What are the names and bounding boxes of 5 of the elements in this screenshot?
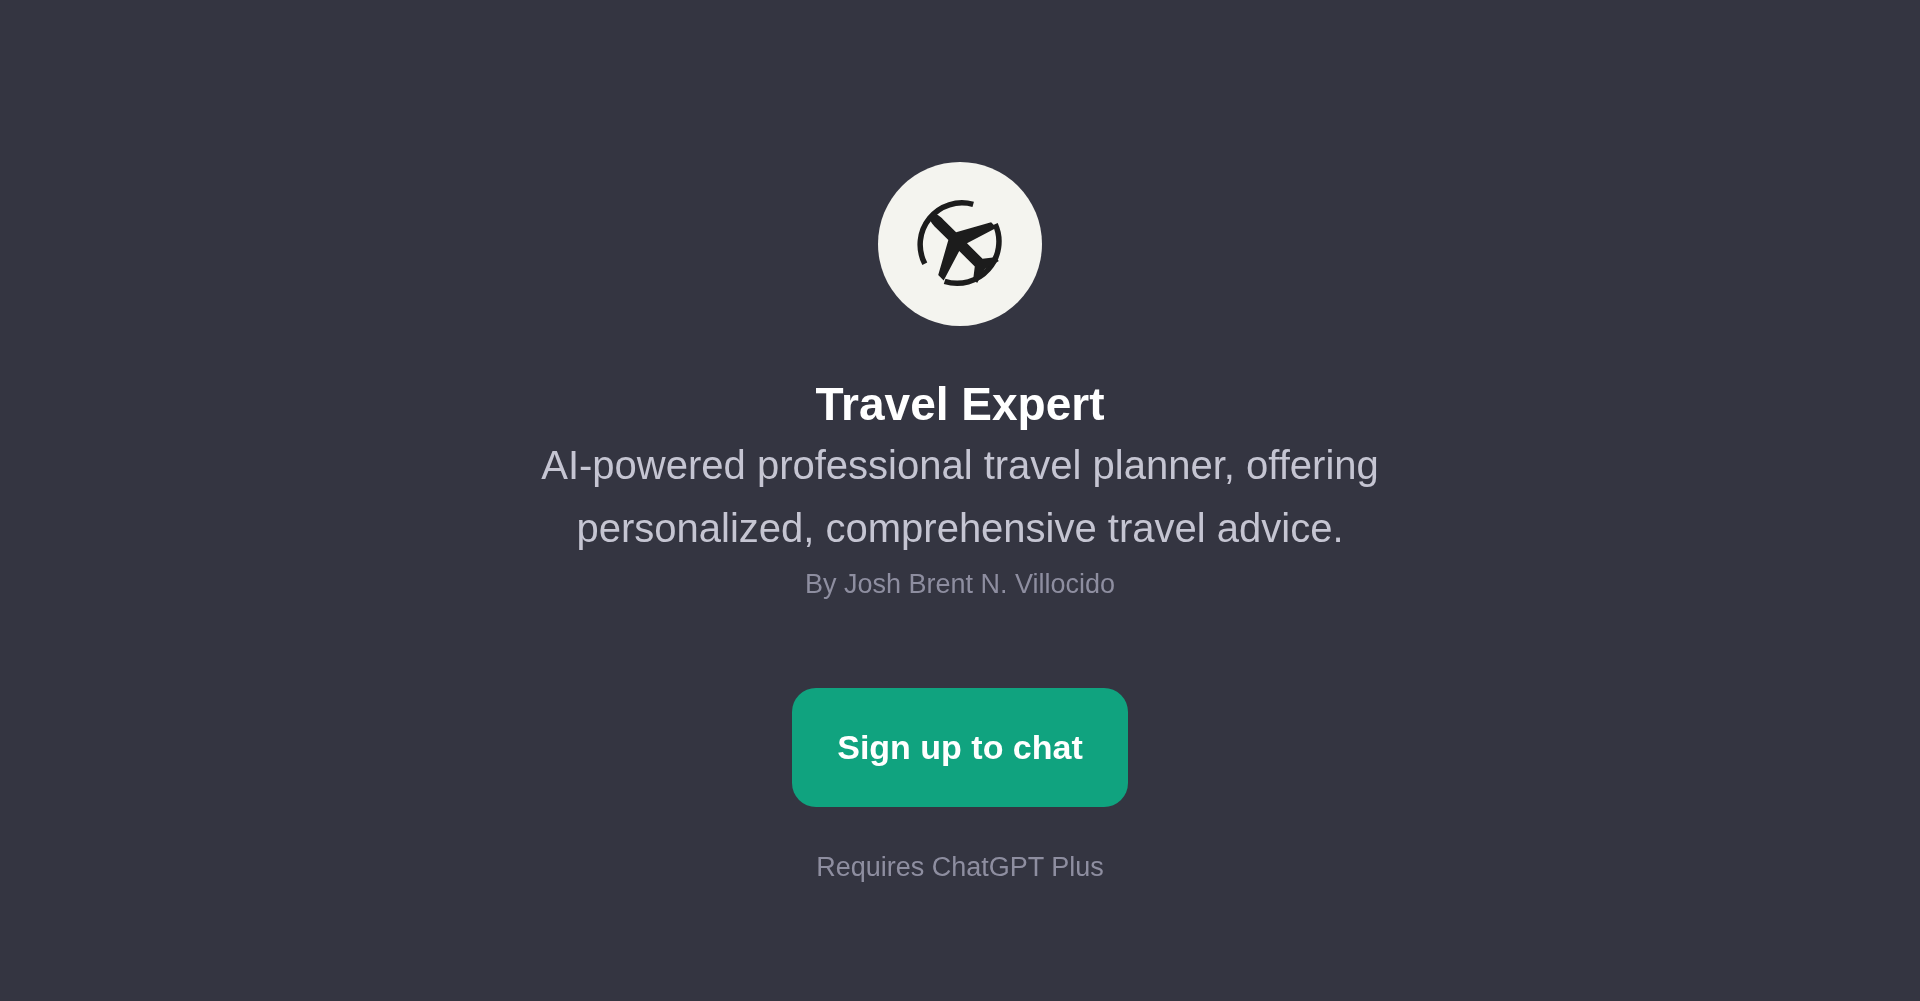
gpt-description: AI-powered professional travel planner, offering personalized, comprehensive travel advice.: [540, 442, 1380, 552]
signup-button[interactable]: Sign up to chat: [792, 688, 1128, 807]
gpt-title: Travel Expert: [815, 377, 1105, 432]
requirement-note: Requires ChatGPT Plus: [816, 851, 1104, 884]
author-byline: By Josh Brent N. Villocido: [804, 568, 1116, 601]
